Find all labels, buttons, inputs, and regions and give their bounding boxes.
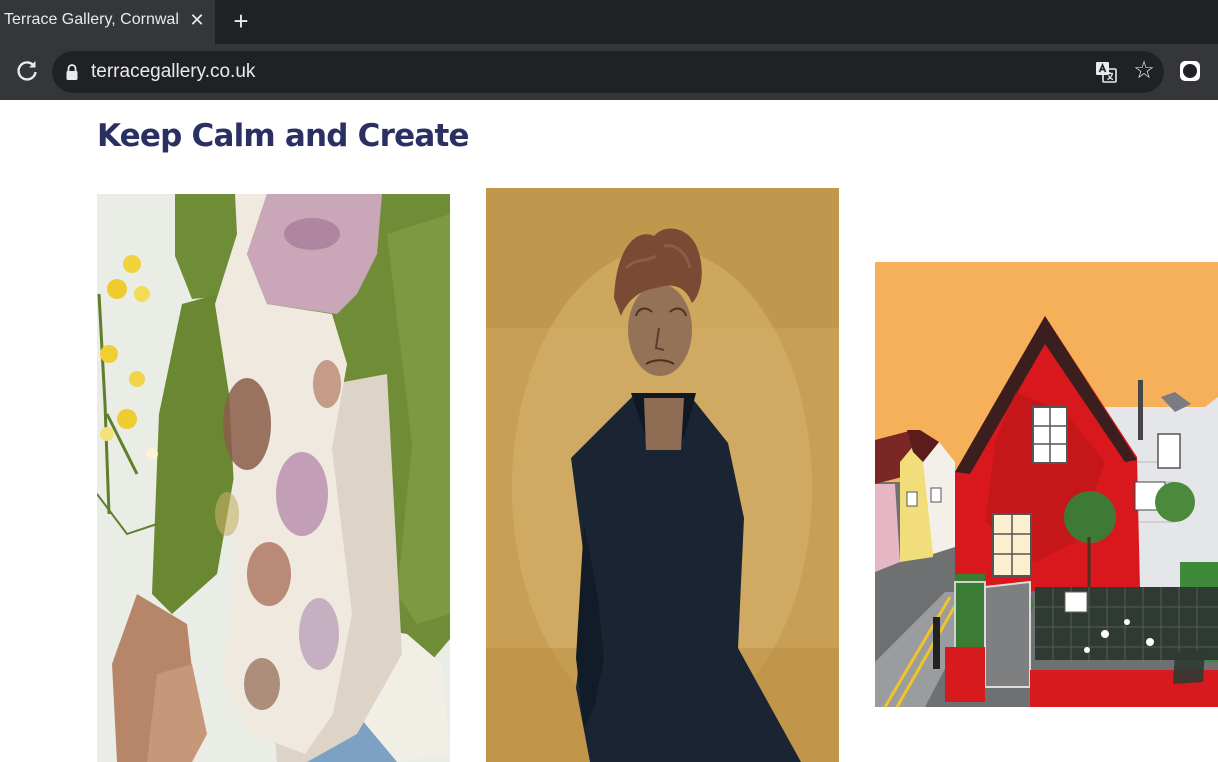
artwork-scarf-photo[interactable] — [97, 194, 450, 762]
tab-close-icon[interactable]: ✕ — [187, 8, 207, 32]
browser-tab-active[interactable]: Terrace Gallery, Cornwall UK ✕ — [0, 0, 215, 44]
tab-title: Terrace Gallery, Cornwall UK — [4, 11, 180, 28]
artwork-red-house-painting[interactable] — [875, 262, 1218, 707]
tab-strip: Terrace Gallery, Cornwall UK ✕ + — [0, 0, 1218, 44]
lock-icon — [66, 64, 78, 80]
address-bar[interactable]: terracegallery.co.uk ☆ — [52, 51, 1164, 93]
new-tab-button[interactable]: + — [228, 6, 254, 36]
reload-icon[interactable] — [14, 58, 40, 84]
address-url[interactable]: terracegallery.co.uk — [91, 61, 255, 83]
extension-icon[interactable] — [1180, 61, 1200, 81]
bookmark-star-icon[interactable]: ☆ — [1130, 57, 1158, 85]
page-content: Keep Calm and Create — [0, 100, 1218, 762]
page-title: Keep Calm and Create — [97, 118, 470, 154]
browser-toolbar: terracegallery.co.uk ☆ — [0, 44, 1218, 100]
translate-icon[interactable] — [1094, 60, 1118, 84]
artwork-portrait-painting[interactable] — [486, 188, 839, 762]
